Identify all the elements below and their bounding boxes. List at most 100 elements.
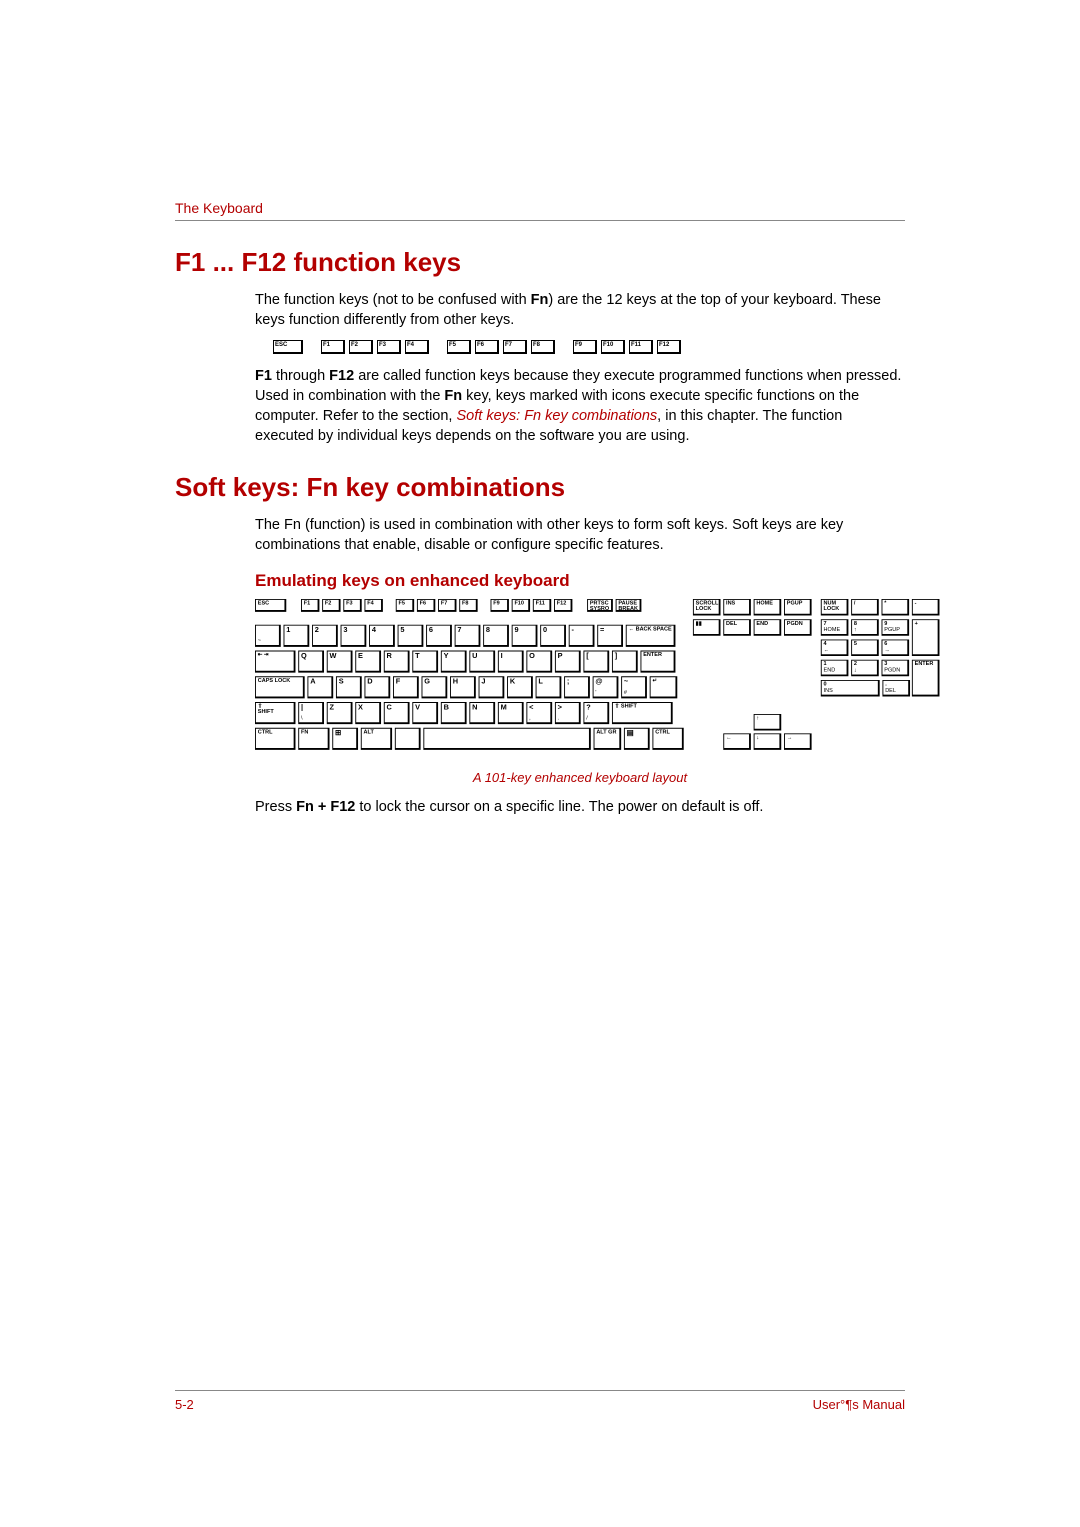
key-alt-left: ALT — [361, 728, 392, 750]
key-7: 7 — [455, 625, 481, 647]
key-f10: F10 — [512, 599, 530, 612]
key-r: R — [384, 651, 410, 673]
key-arrow-right: → — [784, 733, 812, 750]
text: The function keys (not to be confused wi… — [255, 292, 531, 308]
key-f: F — [393, 676, 419, 698]
key-n: N — [469, 702, 495, 724]
page-number: 5-2 — [175, 1397, 194, 1412]
key-m: M — [498, 702, 524, 724]
key-a: A — [307, 676, 333, 698]
key-f6: F6 — [417, 599, 435, 612]
link-soft-keys[interactable]: Soft keys: Fn key combinations — [457, 408, 658, 424]
key-minus: - — [569, 625, 595, 647]
body-block-2: The Fn (function) is used in combination… — [255, 515, 905, 555]
key-num-dot: .DEL — [882, 680, 910, 697]
key-f3: F3 — [377, 340, 401, 354]
key-pgdn: PGDN — [784, 619, 812, 636]
key-f12: F12 — [657, 340, 681, 354]
figure-fn-row: ESC F1 F2 F3 F4 F5 F6 F7 F8 F9 F10 F11 F… — [273, 340, 905, 354]
key-w: W — [327, 651, 353, 673]
key-arrow-up: ↑ — [754, 714, 782, 731]
key-ins: INS — [723, 599, 751, 616]
key-k: K — [507, 676, 533, 698]
key-f5: F5 — [447, 340, 471, 354]
key-f8: F8 — [459, 599, 477, 612]
key-num-2: 2↓ — [851, 660, 879, 677]
key-num-1: 1END — [821, 660, 849, 677]
key-altgr: ALT GR — [594, 728, 622, 750]
key-num-0: 0INS — [821, 680, 880, 697]
key-f10: F10 — [601, 340, 625, 354]
para: The function keys (not to be confused wi… — [255, 290, 905, 330]
key-backslash2: |\ — [298, 702, 324, 724]
key-del: DEL — [723, 619, 751, 636]
key-backslash: ~# — [621, 676, 647, 698]
kbd-numpad-block: NUM LOCK / * - 7HOME 8↑ 9PGUP + 4← 5 6→ — [821, 599, 940, 750]
key-num-div: / — [851, 599, 879, 616]
key-c: C — [384, 702, 410, 724]
key-home: HOME — [754, 599, 782, 616]
key-prtsc: PRTSC SYSRQ — [587, 599, 613, 612]
heading-soft-keys: Soft keys: Fn key combinations — [175, 472, 905, 503]
subheading-emulating: Emulating keys on enhanced keyboard — [255, 571, 905, 591]
page: The Keyboard F1 ... F12 function keys Th… — [0, 0, 1080, 1527]
key-num-sub: - — [912, 599, 940, 616]
key-q: Q — [298, 651, 324, 673]
key-fn: FN — [298, 728, 329, 750]
text-bold: Fn + F12 — [296, 799, 355, 815]
running-header: The Keyboard — [175, 200, 905, 221]
key-win: ⊞ — [332, 728, 358, 750]
kbd-nav-block: SCROLL LOCK INS HOME PGUP ▮▮ DEL END PGD… — [693, 599, 812, 750]
heading-f1-f12: F1 ... F12 function keys — [175, 247, 905, 278]
key-f1: F1 — [301, 599, 319, 612]
key-e: E — [355, 651, 381, 673]
key-z: Z — [327, 702, 353, 724]
key-grave: ~ — [255, 625, 281, 647]
key-numlock: NUM LOCK — [821, 599, 849, 616]
key-arrow-down: ↓ — [754, 733, 782, 750]
key-f11: F11 — [533, 599, 551, 612]
key-2: 2 — [312, 625, 338, 647]
key-p: P — [555, 651, 581, 673]
key-space — [423, 728, 590, 750]
key-f3: F3 — [343, 599, 361, 612]
key-rbracket: ] — [612, 651, 638, 673]
key-pause2: ▮▮ — [693, 619, 721, 636]
key-g: G — [422, 676, 448, 698]
key-8: 8 — [483, 625, 509, 647]
key-9: 9 — [512, 625, 538, 647]
key-0: 0 — [540, 625, 566, 647]
para: Press Fn + F12 to lock the cursor on a s… — [255, 797, 905, 817]
key-f5: F5 — [396, 599, 414, 612]
text: through — [272, 368, 329, 384]
key-shift-left: ⇧SHIFT — [255, 702, 295, 724]
key-enter-top: ENTER — [640, 651, 675, 673]
key-h: H — [450, 676, 476, 698]
text: to lock the cursor on a specific line. T… — [355, 799, 763, 815]
key-esc: ESC — [255, 599, 286, 612]
key-num-4: 4← — [821, 639, 849, 656]
key-i: I — [498, 651, 524, 673]
key-backspace: ← BACK SPACE — [626, 625, 676, 647]
key-f2: F2 — [322, 599, 340, 612]
key-num-enter: ENTER — [912, 660, 940, 697]
key-s: S — [336, 676, 362, 698]
key-6: 6 — [426, 625, 452, 647]
key-capslock: CAPS LOCK — [255, 676, 305, 698]
key-lbracket: [ — [583, 651, 609, 673]
body-block-1: The function keys (not to be confused wi… — [255, 290, 905, 446]
key-f9: F9 — [573, 340, 597, 354]
key-num-9: 9PGUP — [882, 619, 910, 636]
kbd-main-block: ESC F1 F2 F3 F4 F5 F6 F7 F8 F9 F10 F11 F… — [255, 599, 684, 750]
key-num-3: 3PGDN — [882, 660, 910, 677]
key-num-5: 5 — [851, 639, 879, 656]
key-f4: F4 — [405, 340, 429, 354]
figure-full-keyboard: ESC F1 F2 F3 F4 F5 F6 F7 F8 F9 F10 F11 F… — [255, 599, 905, 817]
key-x: X — [355, 702, 381, 724]
text-bold: Fn — [444, 388, 462, 404]
key-muhenkan — [395, 728, 421, 750]
key-quote: @' — [593, 676, 619, 698]
key-slash: ?/ — [583, 702, 609, 724]
key-f7: F7 — [503, 340, 527, 354]
figure-caption: A 101-key enhanced keyboard layout — [255, 769, 905, 787]
